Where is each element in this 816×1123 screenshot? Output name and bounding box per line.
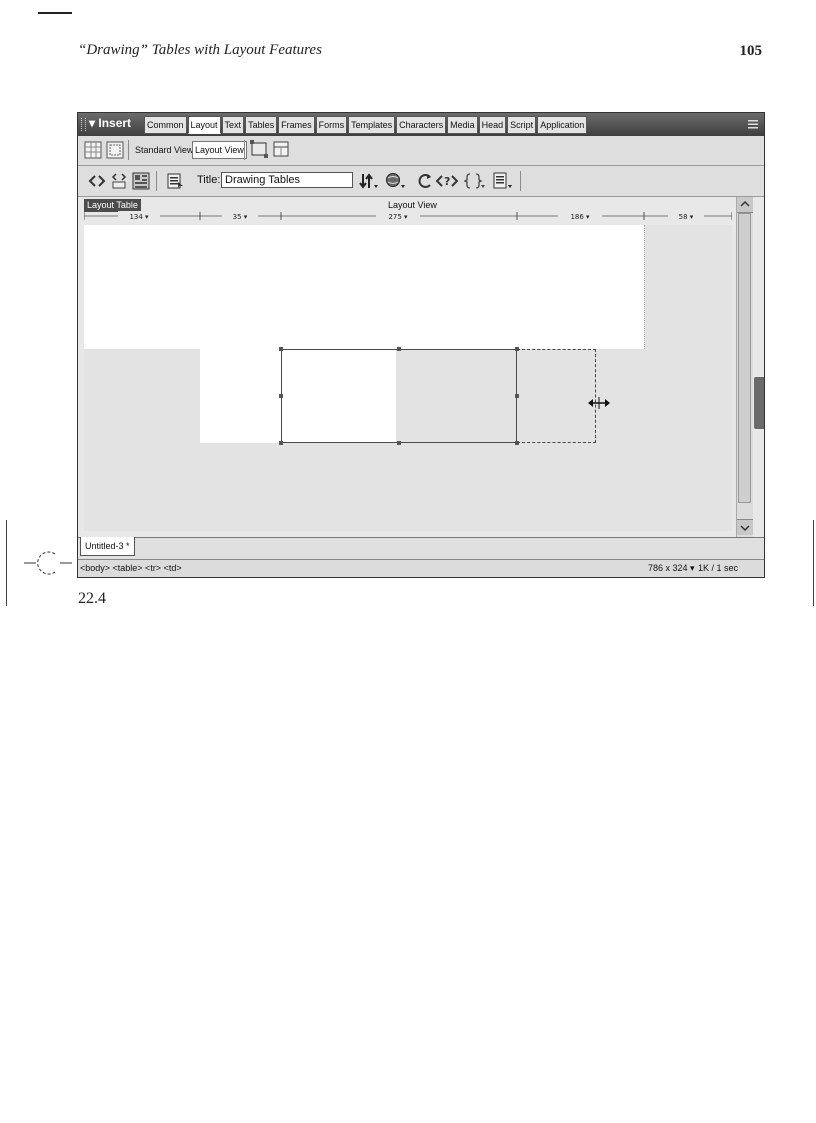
tag-selector[interactable]: <body> <table> <tr> <td> (80, 563, 182, 574)
draw-layer-icon[interactable] (250, 140, 268, 158)
insert-bar-title[interactable]: ▾ Insert (89, 116, 131, 130)
split-view-icon[interactable] (110, 172, 128, 190)
design-view-icon[interactable] (132, 172, 150, 190)
toolbar-divider (244, 140, 245, 160)
tab-media[interactable]: Media (447, 116, 478, 134)
layout-table-header: Layout Table Layout View 134 ▾ 35 ▾ 275 … (84, 199, 732, 225)
tab-head[interactable]: Head (478, 116, 507, 134)
window-size-popup[interactable]: 786 x 324 ▾ (648, 563, 695, 574)
chevron-down-icon (740, 525, 750, 532)
page-number: 105 (739, 43, 763, 59)
crop-line-right (813, 520, 814, 606)
title-label: Title: (197, 174, 221, 186)
resize-handle[interactable] (279, 347, 283, 351)
panel-collapse-handle[interactable] (754, 377, 764, 429)
tab-common[interactable]: Common (144, 116, 187, 134)
preview-in-browser-icon[interactable] (385, 172, 407, 190)
status-bar: <body> <table> <tr> <td> 786 x 324 ▾ 1K … (78, 559, 764, 577)
live-data-icon[interactable] (166, 172, 184, 190)
selected-layout-cell[interactable] (281, 349, 517, 443)
tab-text[interactable]: Text (221, 116, 245, 134)
scroll-down-button[interactable] (737, 519, 753, 535)
running-head: “Drawing” Tables with Layout Features (78, 42, 322, 58)
column-width-label[interactable]: 134 ▾ (129, 213, 149, 221)
layout-table-icon[interactable] (84, 141, 102, 159)
resize-handle[interactable] (279, 441, 283, 445)
refresh-icon[interactable] (416, 172, 434, 190)
panel-grip-icon[interactable] (81, 118, 86, 131)
tab-application[interactable]: Application (537, 116, 588, 134)
column-width-label[interactable]: 275 ▾ (388, 213, 408, 221)
document-toolbar: Title: ? (78, 166, 764, 197)
dreamweaver-window: ▾ Insert Common Layout Text Tables Frame… (77, 112, 765, 578)
registration-mark-icon (24, 551, 72, 575)
chevron-up-icon (740, 200, 750, 207)
standard-view-button[interactable]: Standard View (133, 142, 195, 158)
resize-handle[interactable] (397, 441, 401, 445)
title-input[interactable] (221, 172, 353, 188)
figure-number: 22.4 (78, 590, 106, 607)
tab-layout[interactable]: Layout (187, 116, 221, 134)
draw-layout-cell-icon[interactable] (106, 141, 124, 159)
tab-script[interactable]: Script (507, 116, 537, 134)
vertical-scrollbar[interactable] (736, 197, 753, 537)
column-width-ruler: 134 ▾ 35 ▾ 275 ▾ 186 ▾ 58 ▾ (84, 211, 732, 221)
crop-line-left (6, 520, 7, 606)
scroll-thumb[interactable] (738, 213, 751, 503)
tab-frames[interactable]: Frames (278, 116, 315, 134)
toolbar-divider (156, 171, 157, 191)
panel-options-icon[interactable] (748, 118, 758, 130)
file-management-icon[interactable] (358, 172, 380, 190)
code-navigation-icon[interactable] (464, 172, 486, 190)
tab-forms[interactable]: Forms (315, 116, 348, 134)
horizontal-resize-cursor-icon (588, 397, 610, 409)
frames-icon[interactable] (272, 140, 290, 158)
tab-templates[interactable]: Templates (348, 116, 396, 134)
document-tabs: Untitled-3 * (78, 537, 764, 560)
layout-cell-top[interactable] (84, 225, 645, 349)
document-tab[interactable]: Untitled-3 * (80, 537, 135, 556)
svg-text:?: ? (444, 175, 450, 188)
insert-bar: ▾ Insert Common Layout Text Tables Frame… (78, 113, 764, 136)
column-width-label[interactable]: 35 ▾ (233, 213, 248, 221)
reference-icon[interactable]: ? (436, 172, 458, 190)
download-size-indicator: 1K / 1 sec (698, 563, 739, 573)
view-options-icon[interactable] (492, 172, 514, 190)
scroll-up-button[interactable] (737, 197, 753, 213)
layout-table[interactable] (84, 225, 732, 531)
column-width-label[interactable]: 186 ▾ (570, 213, 590, 221)
tab-characters[interactable]: Characters (396, 116, 447, 134)
toolbar-divider (520, 171, 521, 191)
design-view: Layout Table Layout View 134 ▾ 35 ▾ 275 … (78, 197, 764, 537)
tab-tables[interactable]: Tables (245, 116, 278, 134)
code-view-icon[interactable] (88, 172, 106, 190)
layout-view-label: Layout View (388, 200, 437, 210)
crop-mark (38, 12, 72, 14)
insert-tabs: Common Layout Text Tables Frames Forms T… (144, 116, 588, 134)
resize-preview-outline (517, 349, 596, 443)
toolbar-divider (128, 140, 129, 160)
column-width-label[interactable]: 58 ▾ (679, 213, 694, 221)
resize-handle[interactable] (279, 394, 283, 398)
layout-view-button[interactable]: Layout View (192, 141, 247, 159)
layout-toolbar: Standard View Layout View (78, 136, 764, 166)
resize-handle[interactable] (397, 347, 401, 351)
